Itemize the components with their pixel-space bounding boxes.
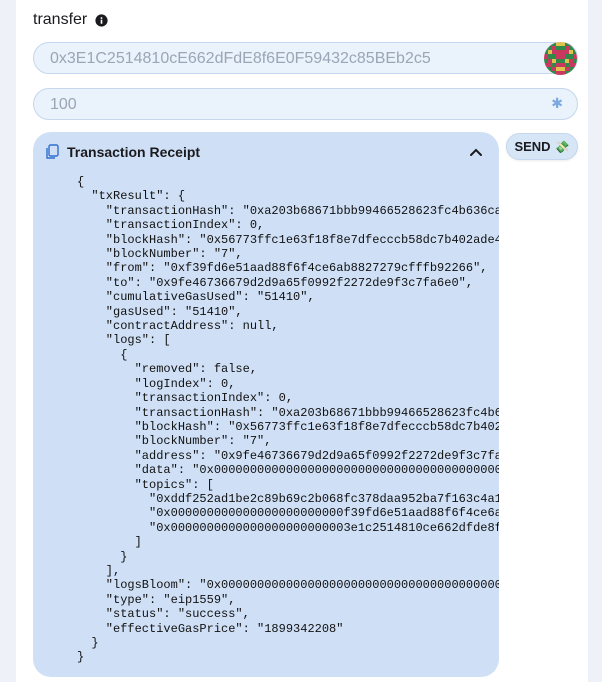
copy-icon[interactable] xyxy=(45,144,59,160)
function-title: transfer xyxy=(33,11,88,28)
receipt-title: Transaction Receipt xyxy=(67,144,201,160)
info-icon[interactable] xyxy=(95,13,108,27)
send-button[interactable]: SEND 💸 xyxy=(506,133,578,160)
address-input[interactable] xyxy=(48,43,532,75)
receipt-header[interactable]: Transaction Receipt xyxy=(45,138,487,166)
receipt-json: { "txResult": { "transactionHash": "0xa2… xyxy=(77,175,499,665)
amount-input[interactable] xyxy=(48,89,532,121)
function-header: transfer xyxy=(33,10,108,30)
money-icon: 💸 xyxy=(554,139,570,154)
blockie-avatar xyxy=(544,42,577,75)
asterisk-icon: ✱ xyxy=(551,96,563,112)
address-field xyxy=(33,42,578,75)
chevron-up-icon[interactable] xyxy=(469,145,483,159)
amount-field: ✱ xyxy=(33,88,578,121)
send-label: SEND xyxy=(514,139,551,154)
transaction-receipt: Transaction Receipt { "txResult": { "tra… xyxy=(33,132,499,677)
